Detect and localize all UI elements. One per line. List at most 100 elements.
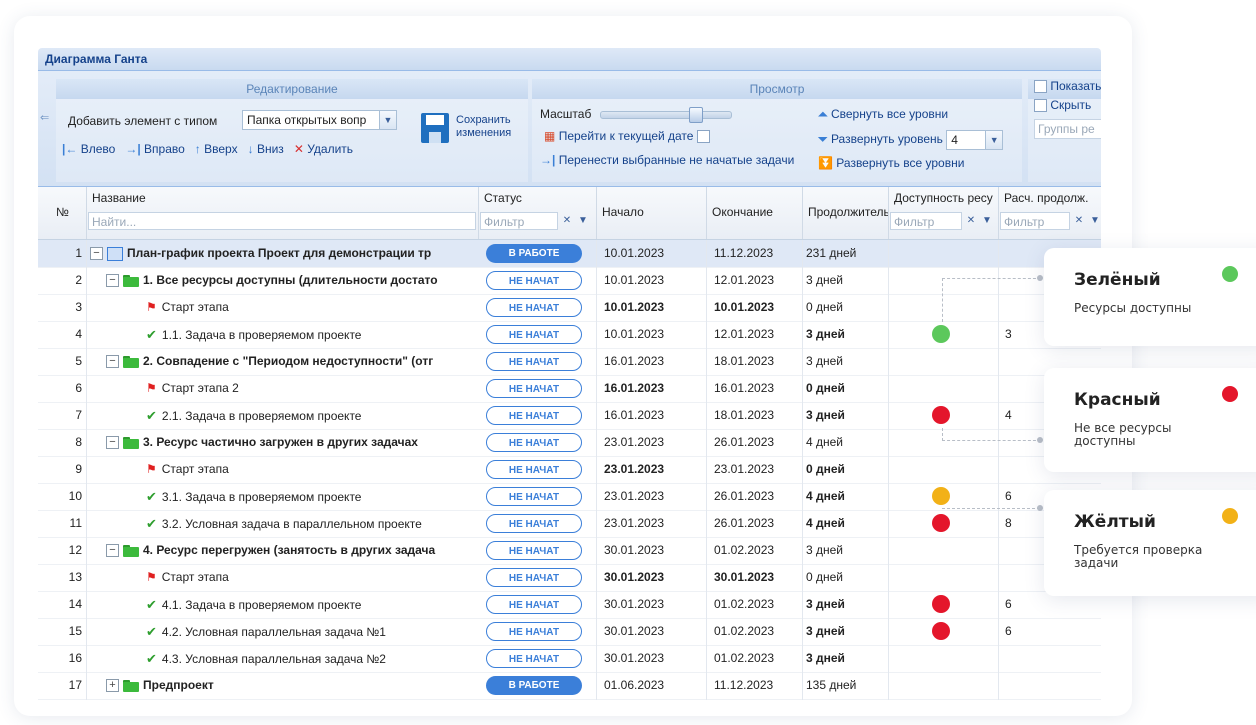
connector-dot — [1037, 275, 1043, 281]
yellow-dot-icon — [1222, 508, 1238, 524]
status-badge[interactable]: В РАБОТЕ — [486, 244, 582, 263]
hide-checkbox[interactable] — [1034, 99, 1047, 113]
col-end-header[interactable]: Окончание — [706, 187, 803, 239]
status-badge[interactable]: НЕ НАЧАТ — [486, 352, 582, 371]
expand-level-select[interactable]: 4 — [946, 130, 987, 150]
expand-all-button[interactable]: ⏬ Развернуть все уровни — [818, 156, 964, 170]
expand-level-control: ⏷ Развернуть уровень 4 ▼ — [818, 130, 1004, 150]
table-row[interactable]: 13 ⚑ Старт этапа НЕ НАЧАТ 30.01.2023 30.0… — [38, 564, 1101, 592]
start-date: 30.01.2023 — [604, 624, 665, 638]
status-badge[interactable]: НЕ НАЧАТ — [486, 514, 582, 533]
arrow-right-icon: →| — [125, 142, 141, 156]
status-badge[interactable]: НЕ НАЧАТ — [486, 406, 582, 425]
calc-filter-input[interactable]: Фильтр — [1000, 212, 1070, 230]
collapse-toggle-icon[interactable]: − — [106, 274, 119, 288]
start-date: 10.01.2023 — [604, 246, 665, 260]
collapse-ribbon-icon[interactable]: ⇐ — [40, 111, 49, 124]
arrow-up-icon: ↑ — [194, 142, 201, 156]
duration: 3 дней — [806, 624, 845, 638]
clear-filter-icon[interactable]: ✕ — [964, 213, 978, 229]
show-checkbox[interactable] — [1034, 80, 1047, 94]
status-badge[interactable]: НЕ НАЧАТ — [486, 271, 582, 290]
check-icon: ✔ — [146, 516, 157, 531]
table-row[interactable]: 17 + Предпроект В РАБОТЕ 01.06.2023 11.12… — [38, 672, 1101, 700]
hide-option[interactable]: Скрыть — [1034, 98, 1091, 113]
status-badge[interactable]: В РАБОТЕ — [486, 676, 582, 695]
table-row[interactable]: 14 ✔ 4.1. Задача в проверяемом проекте НЕ… — [38, 591, 1101, 619]
col-availability-header[interactable]: Доступность ресу Фильтр ✕ ▼ — [888, 187, 999, 239]
calc-duration: 6 — [1005, 624, 1012, 638]
move-up-button[interactable]: ↑ Вверх — [195, 142, 238, 156]
chevron-down-icon[interactable]: ▼ — [380, 110, 397, 130]
column-divider — [706, 240, 707, 700]
groups-input[interactable]: Группы ре — [1034, 119, 1101, 139]
start-date: 30.01.2023 — [604, 651, 665, 665]
table-row[interactable]: 1 − План-график проекта Проект для демонс… — [38, 240, 1101, 268]
col-calc-header[interactable]: Расч. продолж. Фильтр ✕ ▼ — [998, 187, 1101, 239]
delete-button[interactable]: ✕ Удалить — [294, 142, 353, 156]
move-left-button[interactable]: |← Влево — [62, 142, 115, 156]
collapse-toggle-icon[interactable]: − — [106, 436, 119, 450]
end-date: 10.01.2023 — [714, 300, 775, 314]
table-row[interactable]: 16 ✔ 4.3. Условная параллельная задача №2… — [38, 645, 1101, 673]
table-row[interactable]: 7 ✔ 2.1. Задача в проверяемом проекте НЕ … — [38, 402, 1101, 430]
chevron-down-icon[interactable]: ▼ — [980, 213, 994, 229]
view-group: Просмотр Масштаб ▦ Перейти к текущей дат… — [532, 79, 1022, 182]
table-row[interactable]: 9 ⚑ Старт этапа НЕ НАЧАТ 23.01.2023 23.01… — [38, 456, 1101, 484]
save-label-2: изменения — [456, 127, 512, 139]
table-row[interactable]: 6 ⚑ Старт этапа 2 НЕ НАЧАТ 16.01.2023 16.… — [38, 375, 1101, 403]
goto-today-checkbox[interactable] — [696, 130, 710, 144]
col-duration-header[interactable]: Продолжительн — [802, 187, 889, 239]
clear-filter-icon[interactable]: ✕ — [1072, 213, 1086, 229]
chevron-down-icon[interactable]: ▼ — [576, 213, 590, 229]
col-start-header[interactable]: Начало — [596, 187, 707, 239]
status-badge[interactable]: НЕ НАЧАТ — [486, 487, 582, 506]
table-row[interactable]: 4 ✔ 1.1. Задача в проверяемом проекте НЕ … — [38, 321, 1101, 349]
show-option[interactable]: Показать — [1034, 79, 1101, 94]
task-name: 4. Ресурс перегружен (занятость в других… — [143, 543, 436, 557]
status-badge[interactable]: НЕ НАЧАТ — [486, 379, 582, 398]
clear-filter-icon[interactable]: ✕ — [560, 213, 574, 229]
name-filter-input[interactable]: Найти... — [88, 212, 476, 230]
flag-icon: ⚑ — [146, 300, 157, 314]
move-tasks-button[interactable]: →| Перенести выбранные не начатые задачи — [540, 153, 794, 167]
status-badge[interactable]: НЕ НАЧАТ — [486, 460, 582, 479]
col-name-header[interactable]: Название Найти... — [86, 187, 479, 239]
status-badge[interactable]: НЕ НАЧАТ — [486, 622, 582, 641]
status-badge[interactable]: НЕ НАЧАТ — [486, 298, 582, 317]
col-num-header[interactable]: № — [38, 187, 87, 239]
expand-level-label: Развернуть уровень — [830, 132, 943, 147]
collapse-toggle-icon[interactable]: − — [106, 355, 119, 369]
col-status-header[interactable]: Статус Фильтр ✕ ▼ — [478, 187, 597, 239]
availability-indicator-red — [932, 595, 950, 613]
goto-today-button[interactable]: ▦ Перейти к текущей дате — [544, 129, 710, 144]
status-badge[interactable]: НЕ НАЧАТ — [486, 325, 582, 344]
add-type-select[interactable]: Папка открытых вопр ▼ — [242, 110, 397, 130]
chevron-down-icon[interactable]: ▼ — [986, 130, 1004, 150]
collapse-all-button[interactable]: ⏶ Свернуть все уровни — [818, 107, 948, 122]
status-badge[interactable]: НЕ НАЧАТ — [486, 595, 582, 614]
scale-slider-thumb[interactable] — [689, 107, 703, 123]
collapse-toggle-icon[interactable]: − — [90, 247, 103, 261]
collapse-toggle-icon[interactable]: − — [106, 544, 119, 558]
status-badge[interactable]: НЕ НАЧАТ — [486, 649, 582, 668]
table-row[interactable]: 10 ✔ 3.1. Задача в проверяемом проекте НЕ… — [38, 483, 1101, 511]
scale-slider[interactable] — [600, 107, 732, 123]
expand-toggle-icon[interactable]: + — [106, 679, 119, 693]
table-row[interactable]: 11 ✔ 3.2. Условная задача в параллельном … — [38, 510, 1101, 538]
table-row[interactable]: 5 −2. Совпадение с "Периодом недоступнос… — [38, 348, 1101, 376]
availability-filter-input[interactable]: Фильтр — [890, 212, 962, 230]
status-badge[interactable]: НЕ НАЧАТ — [486, 433, 582, 452]
status-badge[interactable]: НЕ НАЧАТ — [486, 568, 582, 587]
chevron-down-icon[interactable]: ▼ — [1088, 213, 1101, 229]
duration: 0 дней — [806, 462, 845, 476]
table-row[interactable]: 15 ✔ 4.2. Условная параллельная задача №1… — [38, 618, 1101, 646]
status-filter-input[interactable]: Фильтр — [480, 212, 558, 230]
move-down-button[interactable]: ↓ Вниз — [248, 142, 284, 156]
check-icon: ✔ — [146, 597, 157, 612]
add-type-value: Папка открытых вопр — [242, 110, 380, 130]
status-badge[interactable]: НЕ НАЧАТ — [486, 541, 582, 560]
start-date: 23.01.2023 — [604, 435, 665, 449]
table-row[interactable]: 12 −4. Ресурс перегружен (занятость в др… — [38, 537, 1101, 565]
move-right-button[interactable]: →| Вправо — [125, 142, 184, 156]
